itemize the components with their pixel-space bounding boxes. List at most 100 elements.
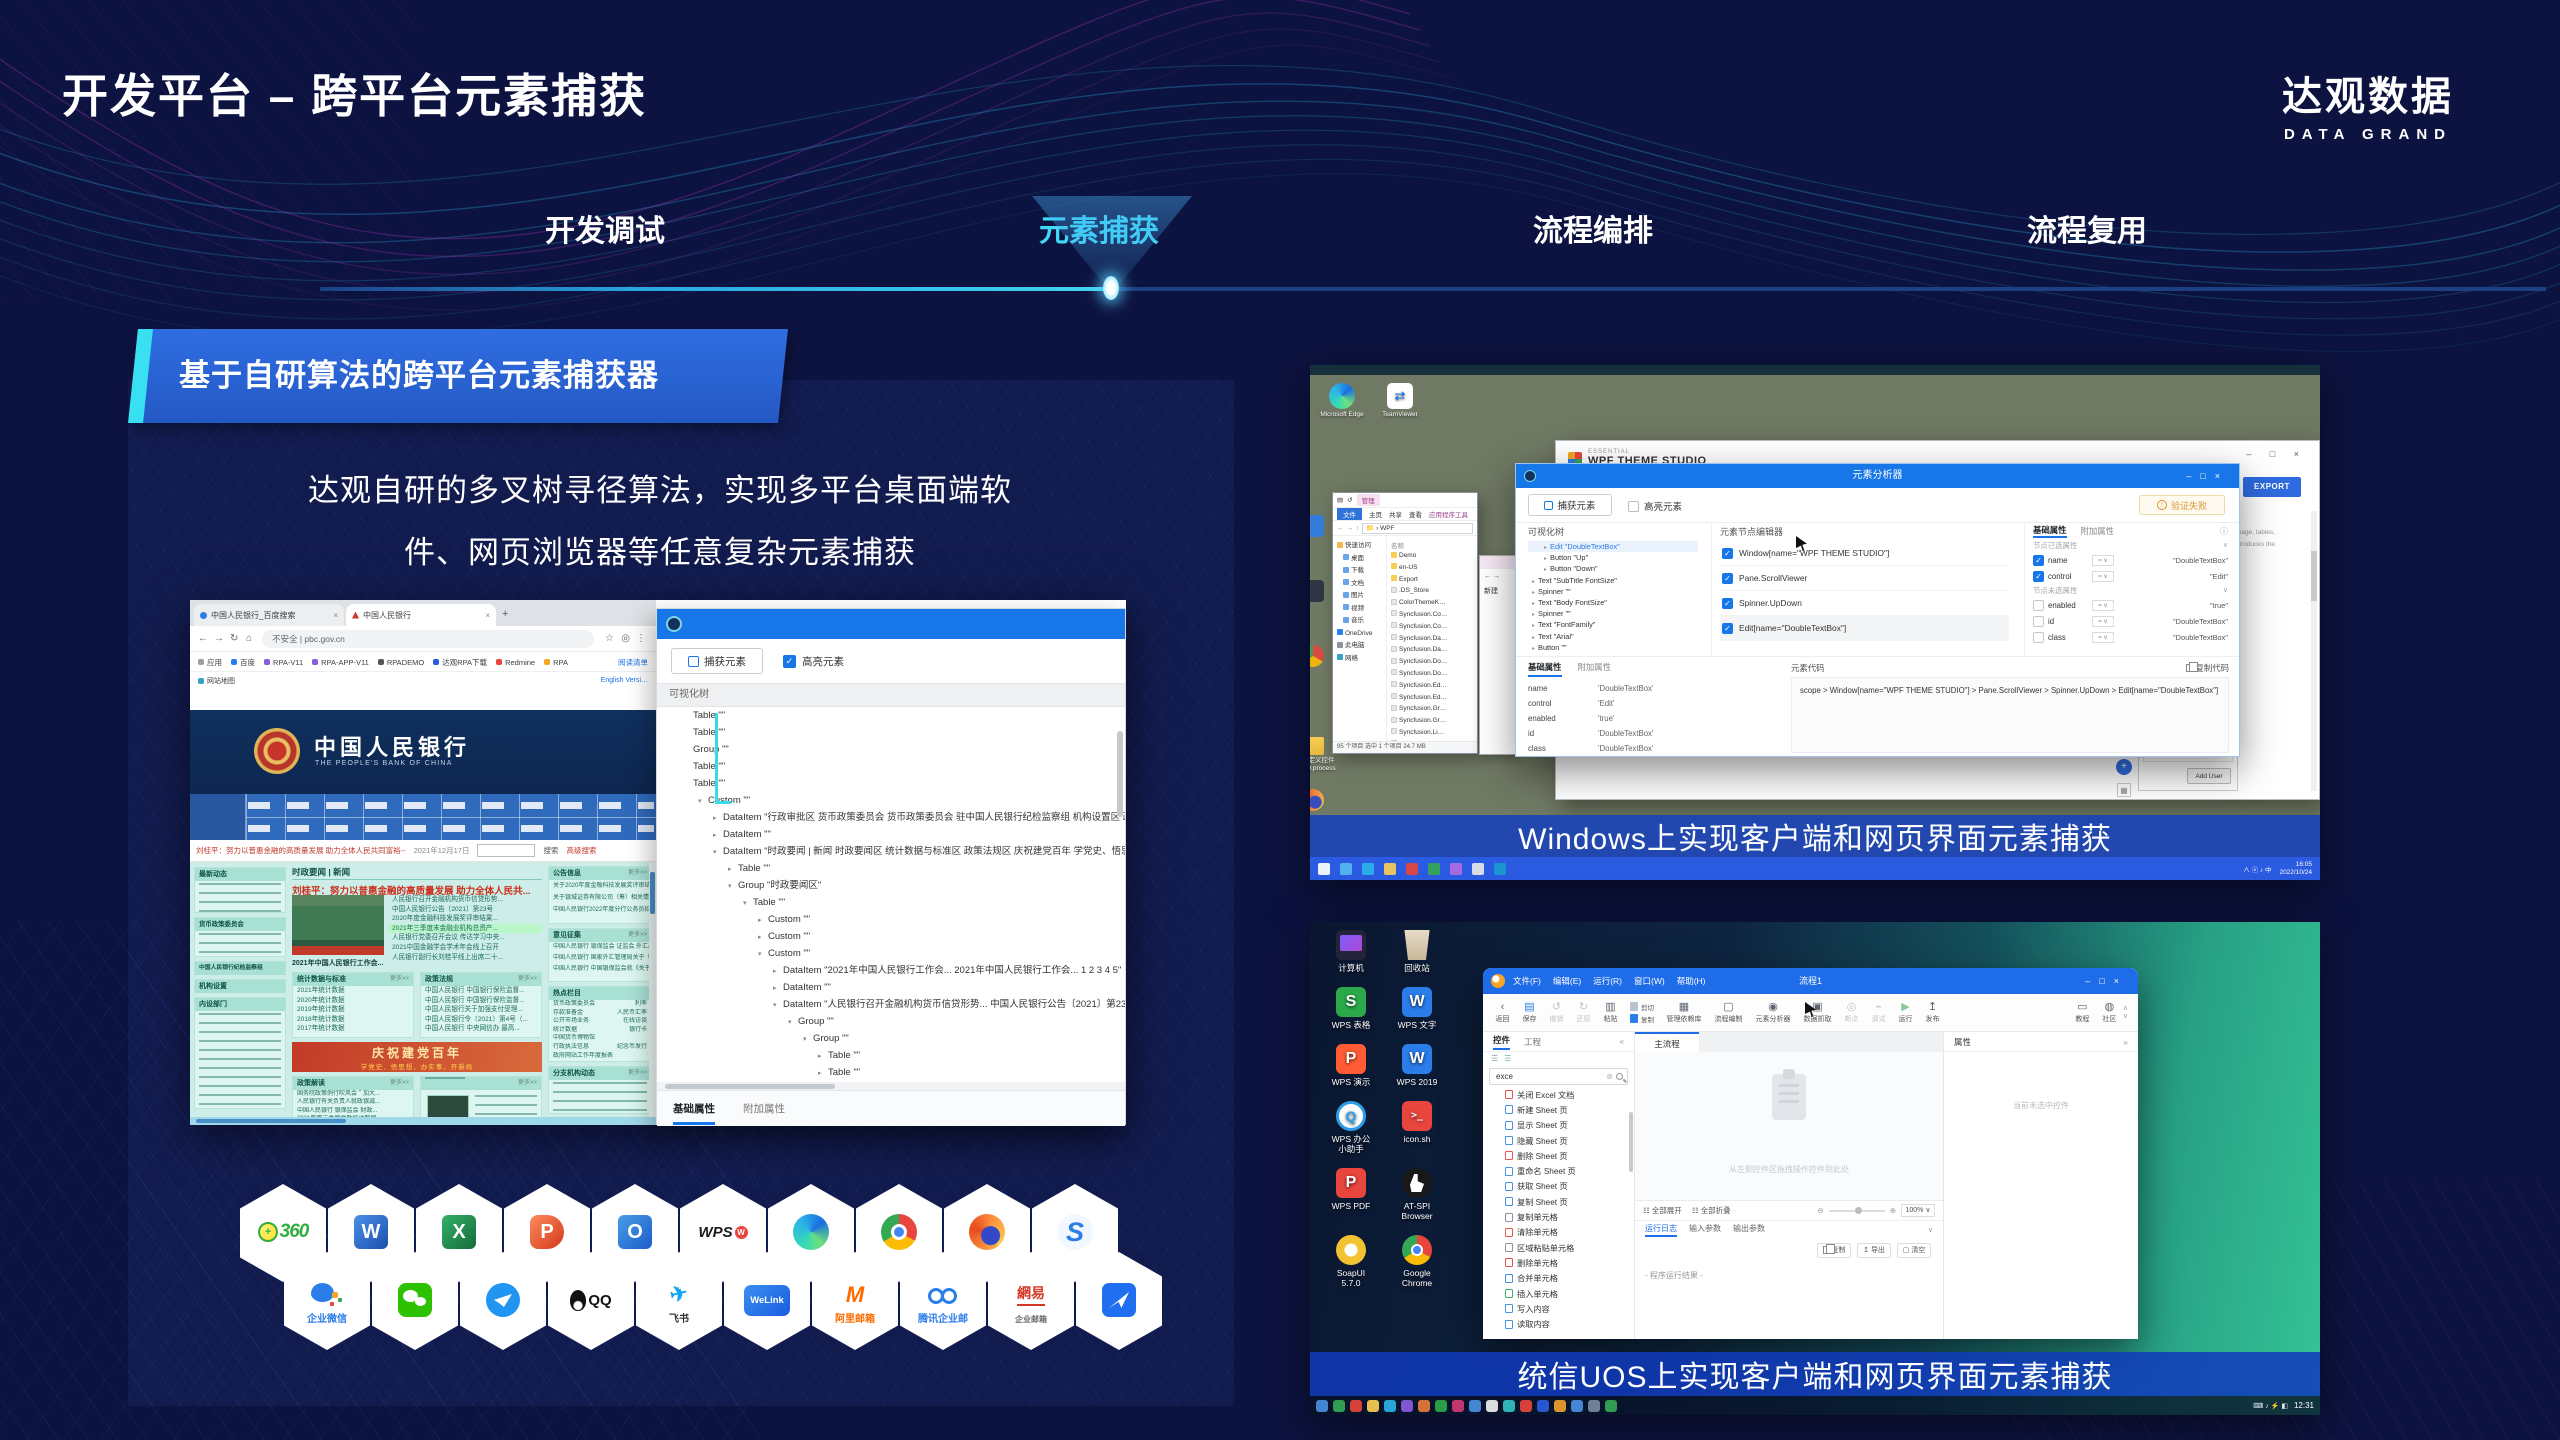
dock-app-icon[interactable]: [1384, 1400, 1396, 1412]
tree-node[interactable]: Table "": [657, 758, 1125, 775]
analyzer-tree-node[interactable]: Spinner "": [1528, 586, 1698, 597]
taskbar-app-icon[interactable]: [1406, 863, 1418, 875]
tree-node[interactable]: Table "": [657, 707, 1125, 724]
explorer-file-row[interactable]: Demo: [1387, 550, 1477, 562]
hot-item[interactable]: 中国货币博物馆: [549, 1034, 651, 1043]
export-button[interactable]: EXPORT: [2243, 477, 2301, 497]
analyzer-tree-node[interactable]: Text "FontFamily": [1528, 619, 1698, 630]
stage-tab[interactable]: 流程编排: [1483, 206, 1703, 250]
more-link[interactable]: 更多>>: [390, 1077, 409, 1090]
toolbar-item[interactable]: ↻还原: [1570, 1001, 1597, 1024]
node-editor-row[interactable]: ✓Spinner.UpDown: [1720, 591, 2009, 616]
control-list-item[interactable]: 清除单元格: [1483, 1225, 1634, 1240]
info-icon[interactable]: ⓘ: [2220, 526, 2228, 537]
forward-icon[interactable]: →: [214, 633, 224, 644]
analyzer-tree-node[interactable]: Spinner "": [1528, 608, 1698, 619]
dock-app-icon[interactable]: [1350, 1400, 1362, 1412]
zoom-out-icon[interactable]: ⊖: [1817, 1206, 1823, 1215]
toolbar-item[interactable]: ◎断点: [1838, 1001, 1865, 1024]
back-icon[interactable]: ←: [1337, 525, 1344, 532]
menu-icon[interactable]: ⋮: [636, 633, 646, 644]
highlight-element-checkbox[interactable]: 高亮元素: [1628, 499, 1682, 513]
bookmark-item[interactable]: 应用: [198, 657, 222, 668]
toolbar-collapse[interactable]: ∧∨: [2123, 1005, 2132, 1021]
explorer-file-row[interactable]: Syncfusion.Li…: [1387, 727, 1477, 739]
site-search-input[interactable]: [477, 844, 535, 857]
stats-item[interactable]: 2018年统计数据: [293, 1015, 413, 1025]
toolbar-item[interactable]: ‹返回: [1489, 1001, 1516, 1024]
dock-app-icon[interactable]: [1503, 1400, 1515, 1412]
hot-item[interactable]: 行政执法信息纪念币发行: [549, 1043, 651, 1052]
control-list-item[interactable]: 读取内容: [1483, 1316, 1634, 1331]
selected-props-section[interactable]: 节点已选属性: [2033, 539, 2228, 552]
add-user-button[interactable]: Add User: [2187, 768, 2231, 784]
policy-item[interactable]: 中国人民银行 中国银行保险监督...: [421, 996, 541, 1006]
highlight-element-checkbox[interactable]: ✓高亮元素: [783, 654, 844, 669]
url-box[interactable]: 不安全 | pbc.gov.cn: [262, 630, 594, 648]
toolbar-item[interactable]: ▥粘贴: [1597, 1001, 1624, 1024]
bookmark-item[interactable]: 网站地图: [198, 676, 235, 686]
copy-log-button[interactable]: 复制: [1817, 1243, 1851, 1258]
dock-app-icon[interactable]: [1469, 1400, 1481, 1412]
explorer-file-row[interactable]: Export: [1387, 574, 1477, 586]
tree-node[interactable]: ▸DataItem "行政审批区 货币政策委员会 货币政策委员会 驻中国人民银行…: [657, 809, 1125, 826]
explorer-menu-item[interactable]: 查看: [1409, 509, 1422, 519]
uos-desktop-icon[interactable]: AT-SPIBrowser: [1384, 1168, 1450, 1221]
tab-basic-props[interactable]: 基础属性: [2033, 524, 2067, 538]
uos-desktop-icon[interactable]: W WPS 2019: [1384, 1044, 1450, 1087]
taskbar-app-icon[interactable]: [1362, 863, 1374, 875]
floating-grid-button[interactable]: ▦: [2117, 783, 2131, 797]
expand-panel-icon[interactable]: »: [2123, 1037, 2128, 1047]
notice-item[interactable]: 关于银城证券有限公司（筹）相关情...: [549, 892, 651, 904]
news-item[interactable]: 人民银行召开金融机构货币信贷形势...: [388, 895, 542, 905]
tree-node[interactable]: ▾Group "": [657, 1030, 1125, 1047]
control-list-item[interactable]: 新建 Sheet 页: [1483, 1102, 1634, 1117]
tab-extra-props[interactable]: 附加属性: [2081, 525, 2115, 537]
collapse-all[interactable]: ☷ 全部折叠: [1692, 1205, 1731, 1216]
hot-item[interactable]: 统计数据银行卡: [549, 1026, 651, 1035]
window-buttons[interactable]: –□×: [2085, 968, 2128, 994]
stats-item[interactable]: 2017年统计数据: [293, 1024, 413, 1034]
zoom-in-icon[interactable]: ⊕: [1890, 1206, 1896, 1215]
dock-app-icon[interactable]: [1401, 1400, 1413, 1412]
control-list-item[interactable]: 删除单元格: [1483, 1255, 1634, 1270]
more-link[interactable]: 更多>>: [628, 867, 647, 880]
back-icon[interactable]: ←: [198, 633, 208, 644]
element-code[interactable]: scope > Window[name="WPF THEME STUDIO"] …: [1791, 677, 2229, 753]
analyzer-tree-node[interactable]: Button "Up": [1528, 552, 1698, 563]
close-tab-icon[interactable]: ×: [333, 611, 338, 620]
uos-desktop-icon[interactable]: P WPS PDF: [1318, 1168, 1384, 1221]
explorer-file-row[interactable]: Syncfusion.Ed…: [1387, 680, 1477, 692]
analyzer-tree-node[interactable]: Button "Down": [1528, 563, 1698, 574]
tab-controls[interactable]: 控件: [1493, 1034, 1510, 1050]
desktop-icon-edge[interactable]: Microsoft Edge: [1314, 383, 1370, 419]
bookmark-item[interactable]: Redmine: [496, 657, 535, 668]
more-link[interactable]: 更多>>: [518, 1077, 537, 1090]
explorer-file-row[interactable]: ColorThemeK…: [1387, 597, 1477, 609]
bookmark-item[interactable]: 达观RPA下载: [433, 657, 487, 668]
checkbox-checked[interactable]: ✓: [783, 655, 796, 668]
zoom-level[interactable]: 100% ∨: [1901, 1204, 1935, 1217]
uos-desktop-icon[interactable]: GoogleChrome: [1384, 1235, 1450, 1288]
dock-app-icon[interactable]: [1435, 1400, 1447, 1412]
explorer-nav-item[interactable]: 下载: [1333, 565, 1386, 578]
policy-item[interactable]: 中国人民银行关于加强支付受理...: [421, 1005, 541, 1015]
export-log-button[interactable]: ↥ 导出: [1857, 1243, 1891, 1258]
tree-node[interactable]: ▾Group "时政要闻区": [657, 877, 1125, 894]
explorer-menu-item[interactable]: 共享: [1389, 509, 1402, 519]
sort-icons[interactable]: ☰☰: [1483, 1052, 1634, 1066]
hot-item[interactable]: 货币政策委员会利率: [549, 1000, 651, 1009]
clear-log-button[interactable]: ▢ 清空: [1897, 1243, 1931, 1258]
taskbar-app-icon[interactable]: [1450, 863, 1462, 875]
opinion-item[interactable]: 中国人民银行 国家外汇管理局关于《...: [549, 953, 651, 964]
collapse-log-icon[interactable]: ∨: [1928, 1226, 1933, 1234]
more-link[interactable]: 更多>>: [518, 973, 537, 986]
explorer-nav-item[interactable]: 桌面: [1333, 553, 1386, 566]
prop-row[interactable]: ✓control= ∨"Edit": [2033, 568, 2228, 584]
node-editor-row[interactable]: ✓Pane.ScrollViewer: [1720, 566, 2009, 591]
hot-item[interactable]: 存款准备金人民币汇率: [549, 1009, 651, 1018]
desktop-icon-chrome[interactable]: [1310, 645, 1324, 667]
uos-desktop-icon[interactable]: Q WPS 办公小助手: [1318, 1101, 1384, 1154]
desktop-icon-teamviewer[interactable]: TeamViewer: [1372, 383, 1428, 419]
news-item[interactable]: 2020年度金融科技发展奖评审结果...: [388, 914, 542, 924]
